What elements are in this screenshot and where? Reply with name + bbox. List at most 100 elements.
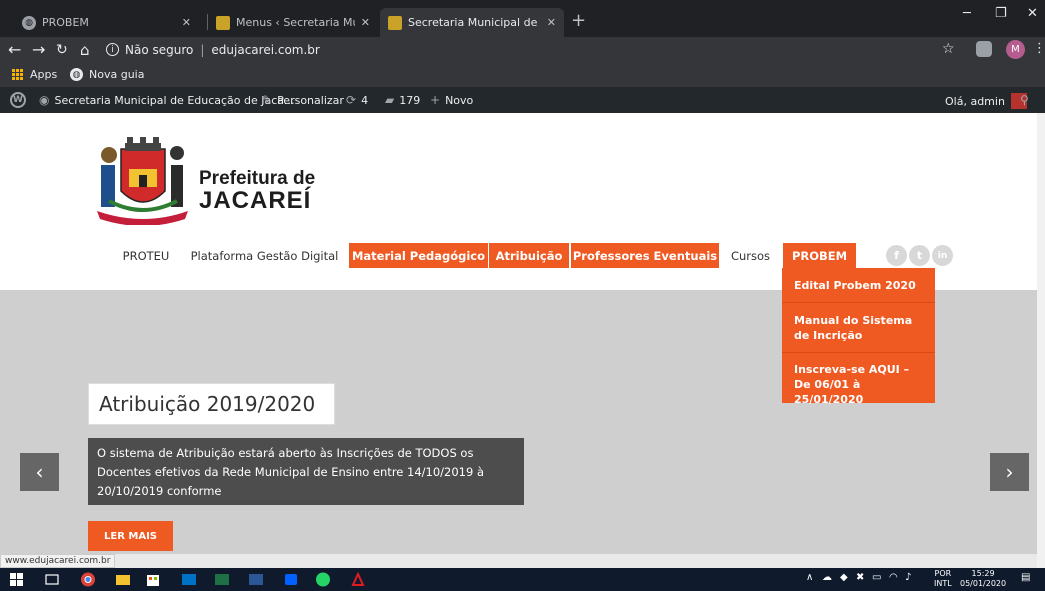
onedrive-icon[interactable]: ☁ — [822, 572, 832, 583]
restore-icon[interactable]: ❐ — [995, 6, 1007, 21]
browser-tab-strip: ◍ PROBEM ✕ Menus ‹ Secretaria Municipal … — [0, 0, 1045, 37]
dropdown-divider — [782, 352, 935, 353]
bookmarks-bar: Apps ◍ Nova guia — [0, 63, 1045, 87]
globe-icon: ◍ — [22, 15, 36, 30]
apps-grid-icon — [12, 68, 24, 81]
dropbox-tray-icon[interactable]: ◆ — [840, 572, 848, 583]
admin-account[interactable]: Olá, admin — [945, 93, 1027, 109]
bookmark-nova-guia[interactable]: ◍ Nova guia — [70, 68, 144, 81]
facebook-icon[interactable]: f — [886, 245, 907, 266]
new-tab-button[interactable]: + — [571, 12, 586, 30]
plus-icon: + — [430, 93, 441, 107]
forward-arrow-icon[interactable]: → — [32, 40, 45, 60]
dropdown-item-edital[interactable]: Edital Probem 2020 — [794, 278, 929, 293]
tray-chevron-up-icon[interactable]: ∧ — [806, 572, 813, 583]
address-divider: | — [200, 42, 205, 57]
outlook-icon[interactable] — [181, 572, 197, 587]
page-scrollbar[interactable] — [1037, 113, 1045, 568]
jacarei-coat-of-arms-logo[interactable] — [89, 135, 196, 225]
bookmark-apps[interactable]: Apps — [12, 68, 57, 81]
nav-item-atribuicao[interactable]: Atribuição — [489, 243, 569, 268]
dropdown-item-manual[interactable]: Manual do Sistema de Incrição — [794, 313, 929, 343]
site-name-label: Secretaria Municipal de Educação de Jaca… — [54, 93, 295, 107]
whatsapp-icon[interactable] — [315, 572, 331, 587]
dropdown-divider — [782, 302, 935, 303]
address-bar[interactable]: i Não seguro | edujacarei.com.br — [106, 38, 951, 61]
admin-comments[interactable]: ▰ 179 — [385, 93, 420, 107]
nav-item-plataforma[interactable]: Plataforma Gestão Digital — [189, 243, 340, 268]
tab-menus[interactable]: Menus ‹ Secretaria Municipal de ✕ — [208, 8, 378, 37]
admin-updates[interactable]: ⟳ 4 — [346, 93, 368, 107]
minimize-icon[interactable]: ─ — [963, 6, 971, 21]
close-tab-icon[interactable]: ✕ — [361, 16, 370, 29]
updates-icon: ⟳ — [346, 93, 357, 107]
slide-description: O sistema de Atribuição estará aberto às… — [88, 438, 524, 505]
admin-customize[interactable]: ✎ Personalizar — [262, 93, 344, 107]
taskbar-clock[interactable]: 15:29 05/01/2020 — [960, 569, 1006, 589]
task-view-icon[interactable] — [44, 572, 60, 587]
slider-prev-button[interactable]: ‹ — [20, 453, 59, 491]
brand-line-2: JACAREÍ — [199, 187, 312, 214]
battery-icon[interactable]: ▭ — [872, 572, 881, 583]
acrobat-icon[interactable] — [350, 572, 366, 587]
browser-menu-icon[interactable]: ⋮ — [1033, 41, 1045, 56]
tab-label: Secretaria Municipal de Educaçã — [408, 16, 541, 29]
volume-icon[interactable]: ♪ — [905, 572, 911, 583]
tab-probem[interactable]: ◍ PROBEM ✕ — [14, 8, 199, 37]
globe-icon: ◍ — [70, 68, 83, 81]
nav-item-professores[interactable]: Professores Eventuais — [571, 243, 719, 268]
dropdown-item-inscreva[interactable]: Inscreva-se AQUI – De 06/01 à 25/01/2020 — [794, 362, 929, 407]
profile-avatar[interactable]: M — [1006, 40, 1025, 59]
nav-item-proteu[interactable]: PROTEU — [112, 243, 180, 268]
tab-secretaria-active[interactable]: Secretaria Municipal de Educaçã ✕ — [380, 8, 564, 37]
admin-search-icon[interactable]: ⚲ — [1020, 93, 1029, 107]
wordpress-logo[interactable]: W — [10, 92, 26, 108]
comments-count: 179 — [399, 93, 421, 107]
extension-icon[interactable] — [976, 41, 992, 57]
nav-item-cursos[interactable]: Cursos — [726, 243, 775, 268]
slide-title: Atribuição 2019/2020 — [88, 383, 335, 425]
home-icon[interactable]: ⌂ — [80, 40, 90, 60]
tray-app-icon[interactable]: ✖ — [856, 572, 864, 583]
wordpress-icon: W — [10, 92, 26, 108]
search-icon: ⚲ — [1020, 93, 1029, 107]
brush-icon: ✎ — [262, 93, 273, 107]
wp-admin-bar: W ◉ Secretaria Municipal de Educação de … — [0, 87, 1045, 113]
nav-item-probem[interactable]: PROBEM — [783, 243, 856, 268]
admin-site-name[interactable]: ◉ Secretaria Municipal de Educação de Ja… — [39, 93, 295, 107]
file-explorer-icon[interactable] — [115, 572, 131, 587]
browser-toolbar: ← → ↻ ⌂ i Não seguro | edujacarei.com.br… — [0, 37, 1045, 63]
slider-next-button[interactable]: › — [990, 453, 1029, 491]
close-window-icon[interactable]: ✕ — [1027, 6, 1038, 21]
new-label: Novo — [445, 93, 474, 107]
twitter-icon[interactable]: t — [909, 245, 930, 266]
word-icon[interactable] — [248, 572, 264, 587]
dropbox-icon[interactable] — [283, 572, 299, 587]
store-icon[interactable] — [145, 572, 161, 587]
reload-icon[interactable]: ↻ — [56, 40, 68, 60]
crest-favicon-icon — [216, 15, 230, 30]
input-language[interactable]: POR INTL — [934, 569, 952, 589]
windows-taskbar: ∧ ☁ ◆ ✖ ▭ ◠ ♪ POR INTL 15:29 05/01/2020 … — [0, 568, 1045, 591]
bookmark-star-icon[interactable]: ☆ — [942, 41, 955, 57]
nav-item-material[interactable]: Material Pedagógico — [349, 243, 488, 268]
language-code: POR — [934, 569, 952, 578]
customize-label: Personalizar — [277, 93, 344, 107]
probem-dropdown-menu: Edital Probem 2020 Manual do Sistema de … — [782, 268, 935, 406]
back-arrow-icon[interactable]: ← — [8, 40, 21, 60]
close-tab-icon[interactable]: ✕ — [182, 16, 191, 29]
notifications-icon[interactable]: ▤ — [1021, 572, 1030, 583]
excel-icon[interactable] — [214, 572, 230, 587]
windows-start-icon[interactable] — [9, 572, 25, 587]
chrome-icon[interactable] — [80, 572, 96, 587]
tab-label: Menus ‹ Secretaria Municipal de — [236, 16, 355, 29]
chevron-left-icon: ‹ — [35, 460, 44, 484]
linkedin-icon[interactable]: in — [932, 245, 953, 266]
wifi-icon[interactable]: ◠ — [889, 572, 898, 583]
close-tab-icon[interactable]: ✕ — [547, 16, 556, 29]
updates-count: 4 — [361, 93, 369, 107]
info-icon[interactable]: i — [106, 43, 119, 56]
keyboard-layout: INTL — [934, 579, 952, 588]
read-more-button[interactable]: LER MAIS — [88, 521, 173, 551]
admin-new[interactable]: + Novo — [430, 93, 473, 107]
